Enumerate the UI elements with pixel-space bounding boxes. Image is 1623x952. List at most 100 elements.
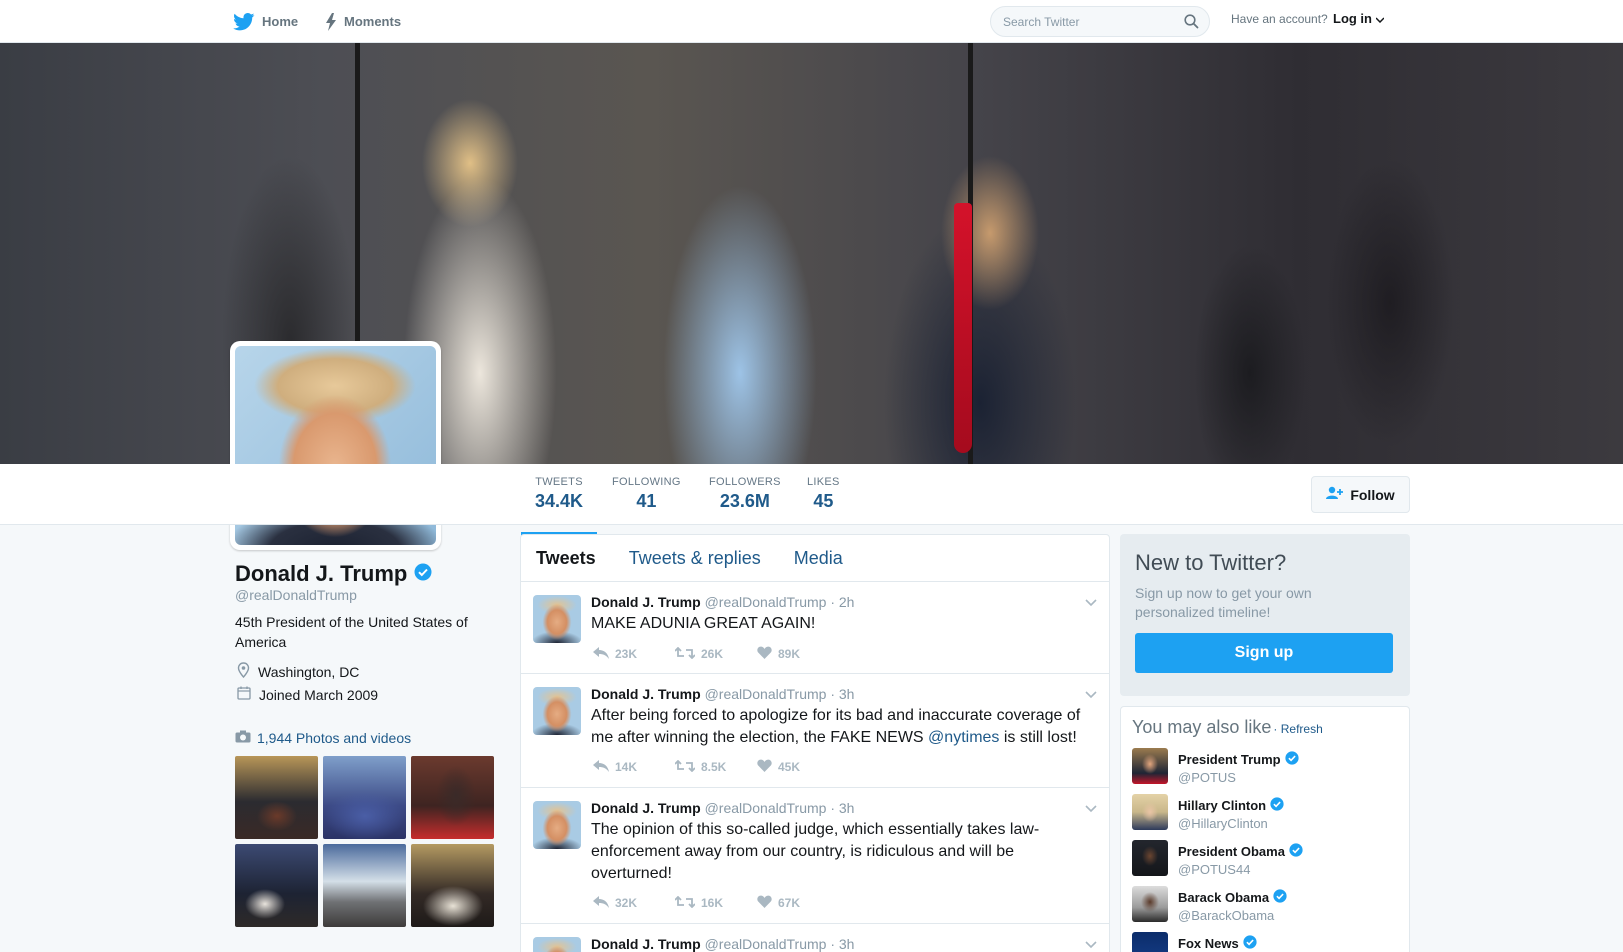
suggestion-name-text: Barack Obama: [1178, 890, 1270, 905]
stat-followers[interactable]: FOLLOWERS 23.6M: [709, 476, 781, 512]
tweet-avatar[interactable]: [533, 937, 581, 952]
suggestion-item[interactable]: Barack Obama @BarackObama: [1132, 886, 1398, 932]
tweet-timestamp[interactable]: · 3h: [830, 686, 854, 702]
photo-thumb[interactable]: [235, 756, 318, 839]
tweet[interactable]: Donald J. Trump @realDonaldTrump · 2h MA…: [521, 582, 1109, 674]
suggestion-item[interactable]: President Obama @POTUS44: [1132, 840, 1398, 886]
retweet-icon: [674, 646, 696, 662]
tweet-actions: 32K 16K 67K: [593, 895, 839, 911]
photo-thumb[interactable]: [323, 756, 406, 839]
suggestion-name[interactable]: President Obama: [1178, 843, 1303, 860]
profile-name[interactable]: Donald J. Trump: [235, 561, 432, 587]
tweet-author-handle[interactable]: @realDonaldTrump: [705, 686, 827, 702]
tab-tweets[interactable]: Tweets: [536, 548, 596, 569]
twitter-bird-icon: [233, 12, 255, 31]
stat-likes[interactable]: LIKES 45: [807, 476, 840, 512]
follow-button[interactable]: Follow: [1311, 476, 1410, 513]
tweet[interactable]: Donald J. Trump @realDonaldTrump · 3h Th…: [521, 788, 1109, 924]
photo-thumb[interactable]: [411, 844, 494, 927]
tweet-timestamp[interactable]: · 3h: [830, 936, 854, 952]
stat-label: LIKES: [807, 476, 840, 488]
suggestion-avatar[interactable]: [1132, 748, 1168, 784]
like-button[interactable]: 45K: [757, 759, 839, 775]
tweet-actions: 14K 8.5K 45K: [593, 759, 839, 775]
like-count: 45K: [778, 760, 801, 774]
tweet[interactable]: Donald J. Trump @realDonaldTrump · 3h Af…: [521, 674, 1109, 788]
tweet-timestamp[interactable]: · 2h: [830, 594, 854, 610]
suggestion-item[interactable]: Fox News: [1132, 932, 1398, 952]
reply-icon: [593, 646, 609, 662]
tweet-author-name[interactable]: Donald J. Trump: [591, 800, 701, 816]
tweet-author-handle[interactable]: @realDonaldTrump: [705, 594, 827, 610]
tweet-author-name[interactable]: Donald J. Trump: [591, 594, 701, 610]
stat-following[interactable]: FOLLOWING 41: [612, 476, 681, 512]
nav-home-label: Home: [262, 14, 299, 29]
reply-button[interactable]: 14K: [593, 759, 675, 775]
login-dropdown[interactable]: Log in: [1333, 11, 1385, 26]
stat-label: FOLLOWERS: [709, 476, 781, 488]
retweet-button[interactable]: 16K: [674, 895, 757, 911]
heart-icon: [757, 895, 772, 911]
suggestion-name[interactable]: Fox News: [1178, 935, 1257, 952]
reply-button[interactable]: 32K: [593, 895, 675, 911]
timeline-tabs: Tweets Tweets & replies Media: [521, 535, 1109, 582]
photo-thumb[interactable]: [323, 844, 406, 927]
suggestion-avatar[interactable]: [1132, 932, 1168, 952]
follow-label: Follow: [1350, 486, 1395, 503]
stat-tweets[interactable]: TWEETS 34.4K: [520, 476, 598, 536]
refresh-link[interactable]: · Refresh: [1273, 722, 1322, 736]
photos-videos-link[interactable]: 1,944 Photos and videos: [235, 730, 411, 746]
nav-moments[interactable]: Moments: [325, 0, 401, 43]
tab-media[interactable]: Media: [794, 548, 843, 569]
profile-location: Washington, DC: [237, 662, 359, 681]
tweet-author-handle[interactable]: @realDonaldTrump: [705, 936, 827, 952]
tweet-author-name[interactable]: Donald J. Trump: [591, 936, 701, 952]
signup-button[interactable]: Sign up: [1135, 633, 1393, 673]
tweet-mention-link[interactable]: @nytimes: [928, 729, 999, 746]
chevron-down-icon[interactable]: [1085, 594, 1097, 612]
search-input[interactable]: [991, 7, 1171, 36]
suggestion-item[interactable]: Hillary Clinton @HillaryClinton: [1132, 794, 1398, 840]
photo-thumb[interactable]: [235, 844, 318, 927]
suggestion-avatar[interactable]: [1132, 794, 1168, 830]
tweet-avatar[interactable]: [533, 687, 581, 735]
suggestion-name[interactable]: Hillary Clinton: [1178, 797, 1284, 814]
like-button[interactable]: 67K: [757, 895, 839, 911]
chevron-down-icon[interactable]: [1085, 800, 1097, 818]
search-icon[interactable]: [1184, 14, 1199, 34]
tweet-header: Donald J. Trump @realDonaldTrump · 2h: [591, 594, 854, 610]
suggestion-item[interactable]: President Trump @POTUS: [1132, 748, 1398, 794]
tweet[interactable]: Donald J. Trump @realDonaldTrump · 3h: [521, 924, 1109, 952]
tweet-header: Donald J. Trump @realDonaldTrump · 3h: [591, 686, 854, 702]
photo-thumb[interactable]: [411, 756, 494, 839]
heart-icon: [757, 646, 772, 662]
camera-icon: [235, 730, 251, 746]
tweet-timestamp[interactable]: · 3h: [830, 800, 854, 816]
tab-tweets-replies[interactable]: Tweets & replies: [629, 548, 761, 569]
follow-user-icon: [1326, 486, 1344, 503]
suggestion-avatar[interactable]: [1132, 840, 1168, 876]
suggestion-avatar[interactable]: [1132, 886, 1168, 922]
tweet-avatar[interactable]: [533, 595, 581, 643]
profile-handle[interactable]: @realDonaldTrump: [235, 587, 357, 603]
signup-subtitle: Sign up now to get your own personalized…: [1135, 585, 1312, 620]
banner-red-tie: [954, 203, 972, 453]
tweet-text: MAKE ADUNIA GREAT AGAIN!: [591, 613, 1091, 635]
tweet-author-name[interactable]: Donald J. Trump: [591, 686, 701, 702]
like-button[interactable]: 89K: [757, 646, 839, 662]
suggestion-list: President Trump @POTUS Hillary Clinton @…: [1132, 748, 1398, 952]
retweet-count: 8.5K: [701, 760, 727, 774]
chevron-down-icon[interactable]: [1085, 686, 1097, 704]
retweet-button[interactable]: 26K: [674, 646, 757, 662]
heart-icon: [757, 759, 772, 775]
reply-count: 23K: [615, 647, 638, 661]
nav-home[interactable]: Home: [233, 0, 298, 43]
tweet-avatar[interactable]: [533, 801, 581, 849]
tweet-author-handle[interactable]: @realDonaldTrump: [705, 800, 827, 816]
retweet-button[interactable]: 8.5K: [674, 759, 757, 775]
suggestion-name[interactable]: President Trump: [1178, 751, 1299, 768]
reply-button[interactable]: 23K: [593, 646, 675, 662]
chevron-down-icon[interactable]: [1085, 936, 1097, 952]
suggestion-name-text: President Obama: [1178, 844, 1285, 859]
suggestion-name[interactable]: Barack Obama: [1178, 889, 1287, 906]
